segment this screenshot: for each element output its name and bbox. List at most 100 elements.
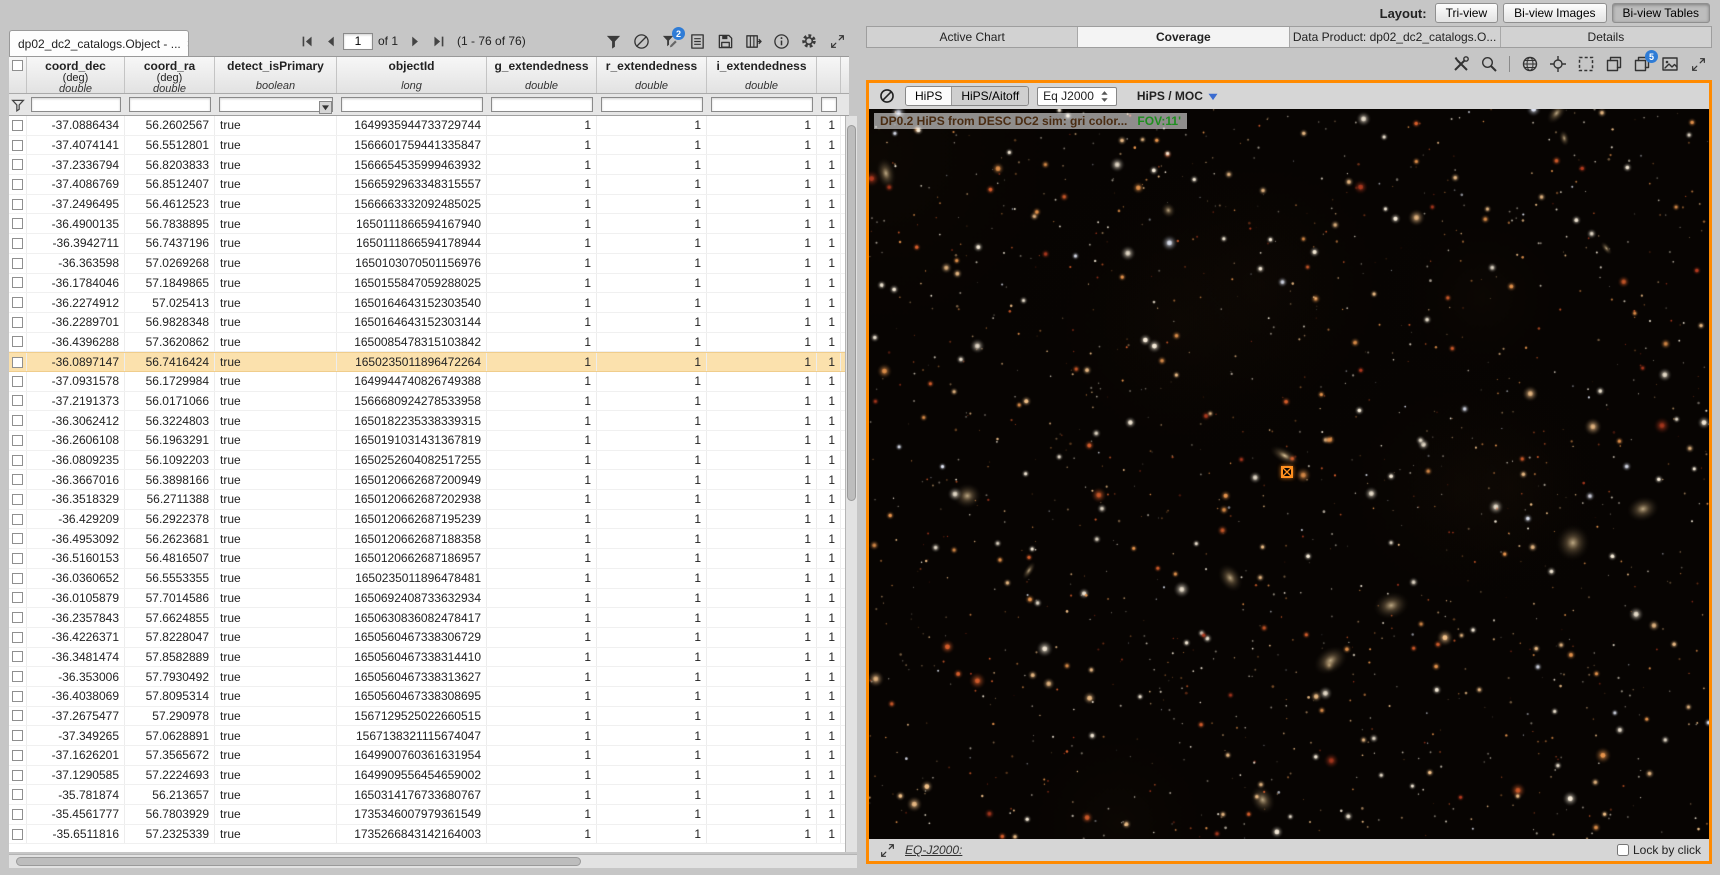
recenter-icon[interactable]: [1548, 54, 1568, 74]
table-row[interactable]: -37.1290585 57.2224693 true 164990955645465…: [9, 765, 849, 786]
column-header-r_extendedness[interactable]: r_extendedness double: [597, 57, 707, 93]
expand-icon[interactable]: [827, 31, 847, 51]
catalog-overlay-icon[interactable]: 5: [1632, 50, 1658, 74]
row-checkbox[interactable]: [12, 749, 23, 761]
row-checkbox[interactable]: [12, 336, 23, 348]
tab-data-product-dp02-dc2-catalogs-o[interactable]: Data Product: dp02_dc2_catalogs.O...: [1289, 27, 1501, 47]
horizontal-scrollbar[interactable]: [9, 854, 857, 868]
table-row[interactable]: -36.4038069 57.8095314 true 165056046733830…: [9, 686, 849, 707]
row-checkbox[interactable]: [12, 572, 23, 584]
row-checkbox[interactable]: [12, 119, 23, 131]
row-checkbox[interactable]: [12, 671, 23, 683]
table-row[interactable]: -36.0360652 56.5553355 true 165023501189647…: [9, 568, 849, 589]
row-checkbox[interactable]: [12, 651, 23, 663]
expand-icon[interactable]: [877, 840, 897, 860]
table-row[interactable]: -37.4086769 56.8512407 true 156659296334831…: [9, 175, 849, 195]
column-header-coord_dec[interactable]: coord_dec (deg) double: [27, 57, 125, 93]
table-row[interactable]: -36.3667016 56.3898166 true 165012066268720…: [9, 470, 849, 491]
row-checkbox[interactable]: [12, 808, 23, 820]
row-checkbox[interactable]: [12, 159, 23, 171]
row-checkbox[interactable]: [12, 631, 23, 643]
table-row[interactable]: -36.4226371 57.8228047 true 165056046733830…: [9, 627, 849, 648]
select-all-checkbox[interactable]: [12, 60, 23, 71]
save-image-icon[interactable]: [1660, 54, 1680, 74]
filter-input-detect_isPrimary[interactable]: [219, 97, 333, 112]
vertical-scrollbar-thumb[interactable]: [847, 125, 856, 501]
filter-input-r_extendedness[interactable]: [601, 97, 703, 112]
vertical-scrollbar[interactable]: [845, 116, 857, 852]
table-row[interactable]: -36.2606108 56.1963291 true 165019103143136…: [9, 431, 849, 451]
column-header-coord_ra[interactable]: coord_ra (deg) double: [125, 57, 215, 93]
table-row[interactable]: -36.0897147 56.7416424 true 165023501189647…: [9, 352, 849, 372]
clear-filter-icon[interactable]: [631, 31, 651, 51]
first-page-icon[interactable]: [297, 31, 317, 51]
table-row[interactable]: -36.0809235 56.1092203 true 165025260408251…: [9, 450, 849, 471]
table-row[interactable]: -37.0931578 56.1729984 true 164994474082674…: [9, 371, 849, 392]
last-page-icon[interactable]: [428, 31, 448, 51]
coord-system-select[interactable]: Eq J2000: [1037, 86, 1117, 106]
layout-button-tri-view[interactable]: Tri-view: [1434, 3, 1499, 23]
layout-button-bi-view-images[interactable]: Bi-view Images: [1503, 3, 1607, 23]
row-checkbox[interactable]: [12, 434, 23, 446]
table-row[interactable]: -35.781874 56.213657 true 16503141767336807…: [9, 785, 849, 806]
filter-input-objectId[interactable]: [341, 97, 483, 112]
zoom-icon[interactable]: [1479, 54, 1499, 74]
filter-dropdown-icon[interactable]: [319, 101, 332, 114]
table-row[interactable]: -36.4396288 57.3620862 true 165008547831510…: [9, 332, 849, 353]
save-icon[interactable]: [715, 31, 735, 51]
hips-moc-dropdown[interactable]: HiPS / MOC: [1137, 89, 1219, 103]
table-row[interactable]: -37.2336794 56.8203833 true 156665453599946…: [9, 155, 849, 176]
select-area-icon[interactable]: [1576, 54, 1596, 74]
row-checkbox[interactable]: [12, 612, 23, 624]
grid-icon[interactable]: [1520, 54, 1540, 74]
table-row[interactable]: -36.2289701 56.9828348 true 165016464315230…: [9, 312, 849, 333]
row-checkbox[interactable]: [12, 710, 23, 722]
row-checkbox[interactable]: [12, 356, 23, 368]
layers-icon[interactable]: [1604, 54, 1624, 74]
row-checkbox[interactable]: [12, 493, 23, 505]
table-row[interactable]: -37.2496495 56.4612523 true 156666333209248…: [9, 194, 849, 215]
table-row[interactable]: -36.353006 57.7930492 true 1650560467338313…: [9, 667, 849, 687]
filter-input-coord_dec[interactable]: [31, 97, 121, 112]
table-row[interactable]: -35.6511816 57.2325339 true 173526684314216…: [9, 824, 849, 845]
row-checkbox[interactable]: [12, 257, 23, 269]
row-checkbox[interactable]: [12, 828, 23, 840]
table-row[interactable]: -36.3518329 56.2711388 true 165012066268720…: [9, 490, 849, 510]
table-row[interactable]: -36.1784046 57.1849865 true 165015584705928…: [9, 273, 849, 294]
table-row[interactable]: -37.0886434 56.2602567 true 164993594473372…: [9, 116, 849, 136]
table-row[interactable]: -36.0105879 57.7014586 true 165069240873363…: [9, 588, 849, 609]
column-header-objectId[interactable]: objectId long: [337, 57, 487, 93]
row-checkbox[interactable]: [12, 769, 23, 781]
row-checkbox[interactable]: [12, 513, 23, 525]
filter-icon[interactable]: [10, 97, 26, 113]
options-icon[interactable]: [799, 31, 819, 51]
table-tab[interactable]: dp02_dc2_catalogs.Object - ... ×: [9, 30, 189, 56]
column-header-i_extendedness[interactable]: i_extendedness double: [707, 57, 817, 93]
filter-input-clipped[interactable]: [821, 97, 837, 112]
tools-icon[interactable]: [1451, 54, 1471, 74]
table-row[interactable]: -36.3062412 56.3224803 true 165018223533833…: [9, 411, 849, 431]
table-row[interactable]: -37.2675477 57.290978 true 1567129525022660…: [9, 706, 849, 727]
table-row[interactable]: -36.5160153 56.4816507 true 165012066268718…: [9, 549, 849, 569]
row-checkbox[interactable]: [12, 178, 23, 190]
row-checkbox[interactable]: [12, 415, 23, 427]
column-header-clipped[interactable]: [817, 57, 841, 93]
table-row[interactable]: -36.2357843 57.6624855 true 165063083608247…: [9, 608, 849, 628]
close-icon[interactable]: ×: [187, 36, 188, 51]
text-view-icon[interactable]: [687, 31, 707, 51]
row-checkbox[interactable]: [12, 297, 23, 309]
hips-toggle-button[interactable]: HiPS: [906, 87, 953, 105]
row-checkbox[interactable]: [12, 552, 23, 564]
expand-icon[interactable]: [1688, 54, 1708, 74]
table-row[interactable]: -37.1626201 57.3565672 true 164990076036163…: [9, 746, 849, 766]
next-page-icon[interactable]: [405, 31, 425, 51]
row-checkbox[interactable]: [12, 454, 23, 466]
table-row[interactable]: -36.2274912 57.025413 true 1650164643152303…: [9, 293, 849, 313]
table-row[interactable]: -36.4900135 56.7838895 true 165011186659416…: [9, 214, 849, 235]
hide-overlays-icon[interactable]: [877, 86, 897, 106]
table-row[interactable]: -36.429209 56.2922378 true 1650120662687195…: [9, 509, 849, 530]
filter-input-g_extendedness[interactable]: [491, 97, 593, 112]
row-checkbox[interactable]: [12, 277, 23, 289]
tab-active-chart[interactable]: Active Chart: [867, 27, 1079, 47]
table-row[interactable]: -36.363598 57.0269268 true 1650103070501156…: [9, 253, 849, 274]
